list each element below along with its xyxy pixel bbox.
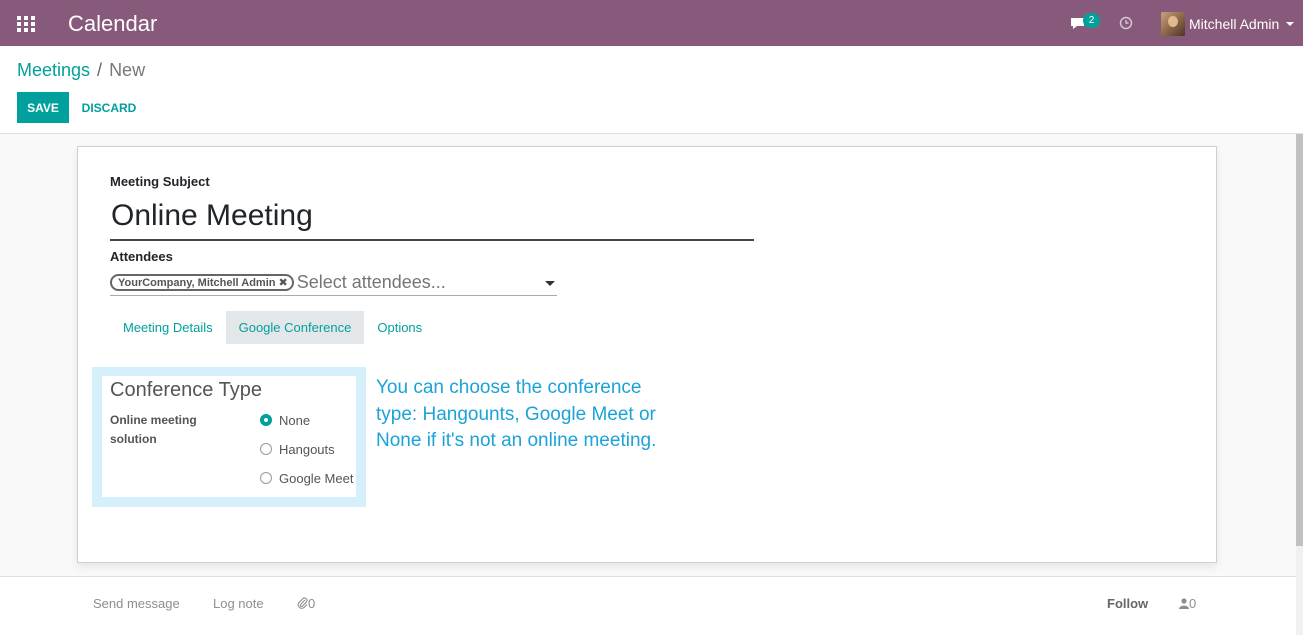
apps-menu-icon[interactable]: [17, 16, 35, 32]
send-message-button[interactable]: Send message: [93, 596, 180, 611]
attendee-tag-label: YourCompany, Mitchell Admin: [118, 276, 276, 289]
meeting-subject-label: Meeting Subject: [110, 174, 210, 189]
meeting-subject-input[interactable]: [110, 192, 754, 241]
attendee-tag[interactable]: YourCompany, Mitchell Admin ✖: [110, 274, 294, 291]
form-tabs: Meeting Details Google Conference Option…: [110, 311, 435, 344]
follow-button[interactable]: Follow: [1107, 596, 1148, 611]
radio-option-hangouts[interactable]: Hangouts: [260, 440, 335, 458]
save-button[interactable]: SAVE: [17, 92, 69, 123]
chevron-down-icon: [1286, 22, 1295, 26]
breadcrumb: Meetings / New: [17, 60, 145, 81]
breadcrumb-meetings-link[interactable]: Meetings: [17, 60, 90, 81]
user-name: Mitchell Admin: [1189, 16, 1280, 32]
followers-count: 0: [1189, 596, 1197, 611]
app-title[interactable]: Calendar: [68, 11, 157, 37]
log-note-button[interactable]: Log note: [213, 596, 264, 611]
radio-unchecked-icon[interactable]: [260, 443, 272, 455]
breadcrumb-separator: /: [97, 60, 103, 80]
online-meeting-solution-label: Online meeting solution: [110, 413, 197, 446]
attachment-count: 0: [308, 596, 316, 611]
remove-tag-icon[interactable]: ✖: [278, 276, 287, 289]
tab-options[interactable]: Options: [364, 311, 435, 344]
followers-button[interactable]: 0: [1179, 596, 1196, 611]
chatter-bar: Send message Log note 0 Follow 0: [0, 576, 1296, 635]
paperclip-icon: [297, 597, 308, 609]
top-navbar: Calendar 2 Mitchell Admin: [0, 0, 1303, 46]
activity-clock-icon[interactable]: [1119, 16, 1133, 30]
attendees-field[interactable]: YourCompany, Mitchell Admin ✖: [110, 270, 557, 296]
radio-unchecked-icon[interactable]: [260, 472, 272, 484]
radio-option-none[interactable]: None: [260, 411, 310, 429]
conference-type-title: Conference Type: [110, 379, 262, 401]
radio-option-google-meet[interactable]: Google Meet: [260, 469, 353, 487]
form-sheet: Meeting Subject Attendees YourCompany, M…: [77, 146, 1217, 563]
dropdown-caret-icon[interactable]: [545, 281, 555, 286]
attendees-input[interactable]: [296, 272, 537, 293]
user-icon: [1179, 598, 1189, 609]
discard-button[interactable]: DISCARD: [75, 92, 143, 123]
tab-google-conference[interactable]: Google Conference: [225, 311, 365, 344]
radio-label: Google Meet: [279, 470, 354, 486]
control-panel: Meetings / New SAVE DISCARD: [0, 46, 1303, 134]
annotation-text: You can choose the conference type: Hang…: [376, 377, 657, 451]
scrollbar-thumb[interactable]: [1296, 134, 1303, 546]
chat-count-badge: 2: [1083, 13, 1100, 28]
attendees-label: Attendees: [110, 249, 173, 264]
radio-label: Hangouts: [279, 441, 335, 457]
attachments-button[interactable]: 0: [297, 596, 315, 611]
radio-checked-icon[interactable]: [260, 414, 272, 426]
user-menu[interactable]: Mitchell Admin: [1161, 11, 1295, 37]
avatar: [1161, 12, 1185, 36]
breadcrumb-current: New: [109, 60, 146, 80]
radio-label: None: [279, 412, 311, 428]
tab-meeting-details[interactable]: Meeting Details: [110, 311, 226, 344]
